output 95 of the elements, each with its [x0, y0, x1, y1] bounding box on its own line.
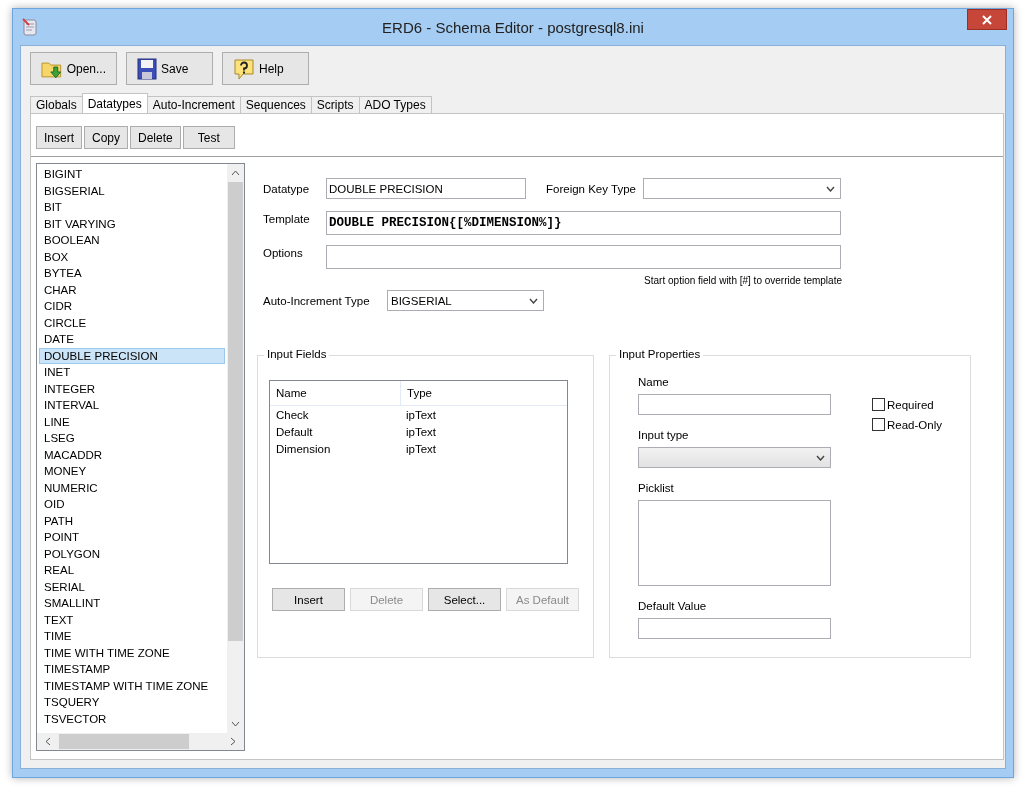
scroll-up-icon [231, 170, 240, 176]
field-label: Foreign Key Type [546, 182, 637, 195]
chevron-down-icon [826, 185, 835, 192]
table-cell-text: Default [275, 425, 314, 438]
list-item[interactable]: TIME WITH TIME ZONE [39, 644, 225, 661]
table-cell-text: Dimension [275, 442, 332, 455]
scroll-down-icon [231, 721, 240, 727]
list-item[interactable]: CHAR [39, 281, 225, 298]
field-label: Auto-Increment Type [263, 294, 371, 307]
list-item[interactable]: INET [39, 364, 225, 381]
table-cell-text: ipText [405, 442, 437, 455]
field-label: Input type [638, 429, 690, 441]
input-type-dropdown[interactable] [638, 447, 831, 468]
list-item[interactable]: CIRCLE [39, 314, 225, 331]
hint-text: Start option field with [#] to override template [643, 275, 842, 286]
list-item[interactable]: SERIAL [39, 578, 225, 595]
action-button[interactable]: Copy [84, 126, 129, 149]
list-item[interactable]: POINT [39, 529, 225, 546]
list-item[interactable]: POLYGON [39, 545, 225, 562]
name-field[interactable] [638, 394, 831, 415]
field-label: Options [263, 246, 304, 259]
list-item[interactable]: TSQUERY [39, 694, 225, 711]
list-item[interactable]: INTEGER [39, 380, 225, 397]
scroll-left-icon [45, 737, 51, 746]
group-title: Input Properties [616, 348, 704, 360]
tab[interactable]: Datatypes [81, 93, 148, 113]
list-item[interactable]: TIME [39, 628, 225, 645]
list-item[interactable]: BIT VARYING [39, 215, 225, 232]
options-field[interactable] [326, 245, 841, 269]
tab[interactable]: Scripts [310, 96, 360, 113]
column-header[interactable]: Type [401, 381, 432, 405]
tab[interactable]: ADO Types [358, 96, 432, 113]
table-cell-text: ipText [405, 408, 437, 421]
checkbox[interactable] [872, 398, 885, 411]
question-bubble-icon [233, 57, 255, 80]
scroll-right-icon [230, 737, 236, 746]
action-button[interactable]: Test [182, 126, 235, 149]
template-field[interactable]: DOUBLE PRECISION{[%DIMENSION%]} [326, 211, 841, 235]
list-item[interactable]: TIMESTAMP WITH TIME ZONE [39, 677, 225, 694]
field-label: Picklist [638, 482, 675, 494]
table-cell-text: Check [275, 408, 310, 421]
tab[interactable]: Sequences [239, 96, 312, 113]
tab[interactable]: Globals [30, 96, 83, 113]
column-header[interactable]: Name [270, 381, 401, 405]
list-item[interactable]: MONEY [39, 463, 225, 480]
list-item[interactable]: MACADDR [39, 446, 225, 463]
field-label: Default Value [638, 600, 708, 612]
close-icon [982, 14, 992, 25]
notepad-icon[interactable] [21, 18, 39, 36]
horizontal-scrollbar[interactable] [37, 733, 244, 750]
list-item[interactable]: TEXT [39, 611, 225, 628]
list-item[interactable]: OID [39, 496, 225, 513]
table-button[interactable]: Select... [428, 588, 501, 611]
list-item[interactable]: LSEG [39, 430, 225, 447]
toolbar-button[interactable]: Help [222, 52, 309, 85]
chevron-down-icon [529, 297, 538, 304]
list-item[interactable]: TIMESTAMP [39, 661, 225, 678]
list-item[interactable]: BIGINT [39, 166, 225, 183]
datatype-field[interactable]: DOUBLE PRECISION [326, 178, 526, 199]
list-item[interactable]: LINE [39, 413, 225, 430]
field-label: Datatype [263, 182, 311, 195]
auto-increment-dropdown[interactable]: BIGSERIAL [387, 290, 544, 311]
field-label: Name [638, 376, 670, 388]
list-item[interactable]: DOUBLE PRECISION [39, 347, 225, 364]
toolbar-button[interactable]: Save [126, 52, 213, 85]
action-button[interactable]: Insert [36, 126, 82, 149]
list-item[interactable]: BYTEA [39, 265, 225, 282]
checkbox-label: Required [887, 398, 934, 411]
list-item[interactable]: SMALLINT [39, 595, 225, 612]
table-button[interactable]: Insert [272, 588, 345, 611]
field-label: Template [263, 212, 311, 225]
list-item[interactable]: DATE [39, 331, 225, 348]
list-item[interactable]: BIT [39, 199, 225, 216]
foreign-key-dropdown[interactable] [643, 178, 841, 199]
list-item[interactable]: CIDR [39, 298, 225, 315]
checkbox-label: Read-Only [887, 418, 942, 431]
list-item[interactable]: NUMERIC [39, 479, 225, 496]
picklist-field[interactable] [638, 500, 831, 586]
vertical-scrollbar[interactable] [227, 164, 244, 733]
close-button[interactable] [967, 9, 1007, 30]
default-value-field[interactable] [638, 618, 831, 639]
list-item[interactable]: REAL [39, 562, 225, 579]
list-item[interactable]: TSVECTOR [39, 710, 225, 727]
window-title: ERD6 - Schema Editor - postgresql8.ini [381, 18, 645, 36]
toolbar-button[interactable]: Open... [30, 52, 117, 85]
list-item[interactable]: BOOLEAN [39, 232, 225, 249]
group-title: Input Fields [264, 348, 330, 360]
action-button[interactable]: Delete [130, 126, 181, 149]
table-cell-text: ipText [405, 425, 437, 438]
chevron-down-icon [816, 454, 825, 461]
list-item[interactable]: BIGSERIAL [39, 182, 225, 199]
list-item[interactable]: PATH [39, 512, 225, 529]
list-item[interactable]: BOX [39, 248, 225, 265]
checkbox[interactable] [872, 418, 885, 431]
list-item[interactable]: INTERVAL [39, 397, 225, 414]
